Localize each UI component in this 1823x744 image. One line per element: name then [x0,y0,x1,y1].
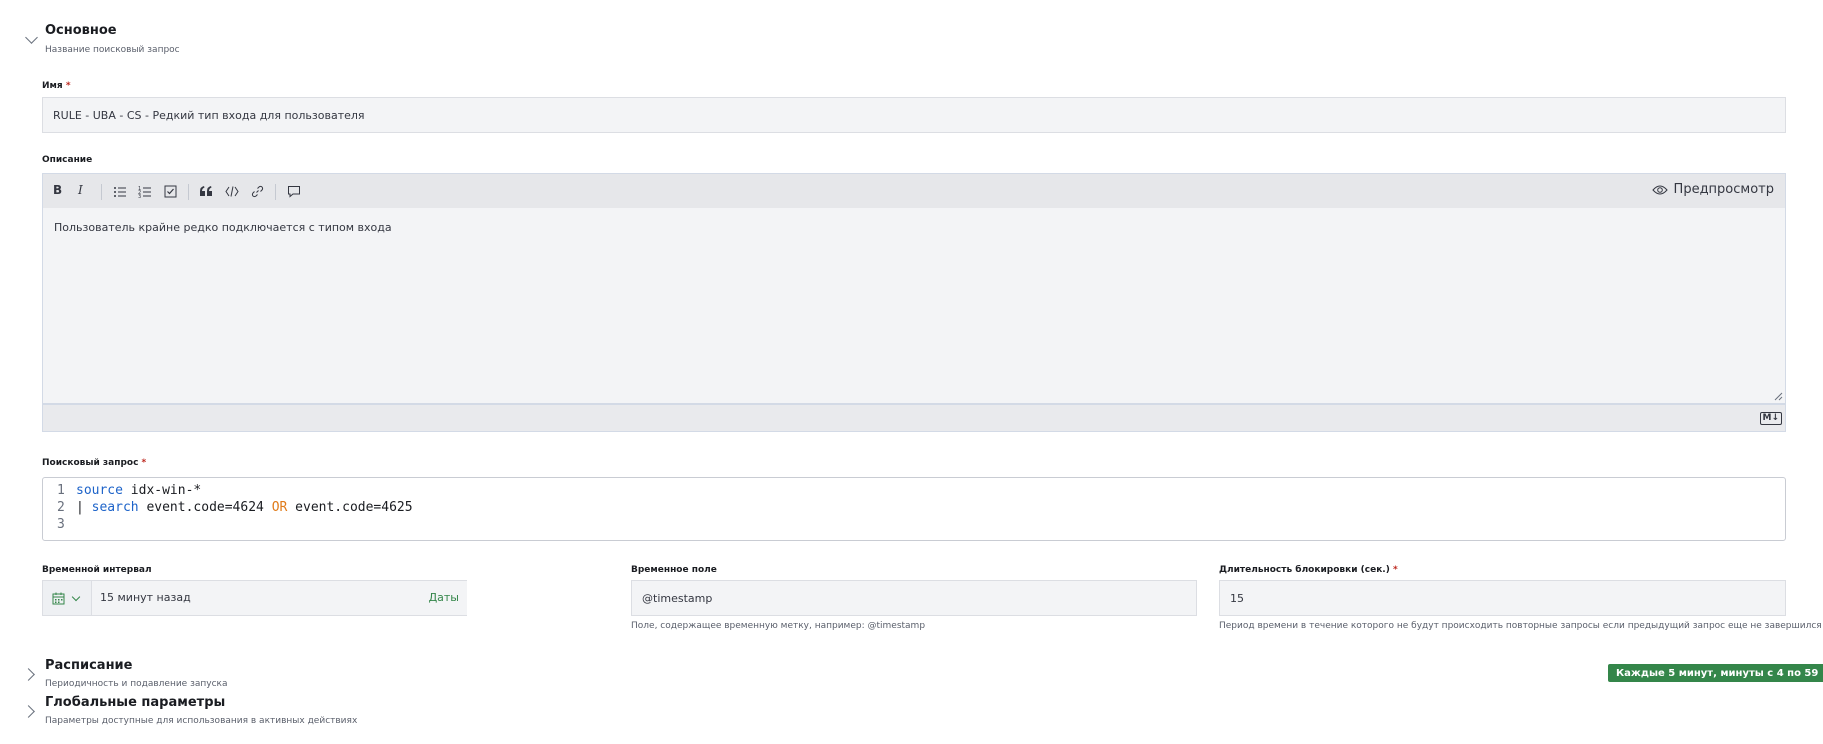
comment-icon[interactable] [287,185,301,198]
section-subtitle-schedule: Периодичность и подавление запуска [45,679,228,689]
calendar-icon [52,592,65,605]
chevron-right-icon[interactable] [22,668,35,681]
calendar-dropdown-button[interactable] [43,581,92,615]
time-field-input[interactable]: @timestamp [631,580,1197,616]
time-field-label: Временное поле [631,565,717,575]
code-keyword: search [91,500,139,515]
bold-button[interactable]: B [53,183,62,197]
editor-footer: M↓ [42,404,1786,432]
query-label-text: Поисковый запрос [42,458,139,468]
chevron-down-icon[interactable] [25,31,38,44]
code-text: event.code=4625 [287,500,413,515]
italic-button[interactable]: I [78,183,83,197]
query-code-editor[interactable]: 1 source idx-win-* 2 | search event.code… [42,477,1786,541]
link-icon[interactable] [251,185,264,198]
section-title-schedule[interactable]: Расписание [45,658,132,673]
description-textarea[interactable]: Пользователь крайне редко подключается с… [42,208,1786,404]
chevron-right-icon[interactable] [22,705,35,718]
description-text: Пользователь крайне редко подключается с… [54,221,392,234]
name-label-text: Имя [42,81,63,91]
time-field-value: @timestamp [642,591,713,605]
line-number: 3 [57,517,65,532]
dates-button[interactable]: Даты [429,591,459,604]
svg-text:3: 3 [138,194,141,199]
chevron-down-icon [71,592,81,602]
code-keyword: source [76,483,123,498]
code-operator: OR [271,500,288,515]
query-label: Поисковый запрос * [42,458,146,468]
code-text: event.code=4624 [138,500,272,515]
interval-label: Временной интервал [42,565,152,575]
code-text: idx-win-* [122,483,202,498]
code-pipe: | [76,500,92,515]
section-title-general[interactable]: Основное [45,23,117,38]
name-label: Имя * [42,81,71,91]
block-duration-label-text: Длительность блокировки (сек.) [1219,565,1390,575]
eye-icon [1651,185,1668,194]
line-number: 2 [57,500,65,515]
toolbar-separator [275,184,276,200]
block-duration-hint: Период времени в течение которого не буд… [1219,621,1822,631]
line-number: 1 [57,483,65,498]
interval-value: 15 минут назад [100,591,191,604]
code-line: source idx-win-* [76,483,201,498]
block-duration-input[interactable]: 15 [1219,580,1786,616]
description-label: Описание [42,155,93,165]
quote-icon[interactable] [199,185,213,198]
numbered-list-icon[interactable]: 1 2 3 [138,185,152,199]
section-title-global-params[interactable]: Глобальные параметры [45,695,225,710]
interval-picker[interactable]: 15 минут назад Даты [42,580,467,616]
name-input[interactable]: RULE - UBA - CS - Редкий тип входа для п… [42,97,1786,133]
bullet-list-icon[interactable] [113,185,127,199]
checklist-icon[interactable] [164,185,177,198]
required-mark: * [1392,565,1398,575]
code-icon[interactable] [225,185,239,198]
time-field-hint: Поле, содержащее временную метку, наприм… [631,621,926,631]
required-mark: * [141,458,147,468]
preview-button[interactable]: Предпросмотр [1651,182,1774,197]
section-subtitle-general: Название поисковый запрос [45,45,180,55]
block-duration-value: 15 [1230,591,1244,605]
code-line: | search event.code=4624 OR event.code=4… [76,500,413,515]
toolbar-separator [188,184,189,200]
editor-toolbar: B I 1 2 3 Предпросмотр [42,173,1786,209]
section-subtitle-global-params: Параметры доступные для использования в … [45,716,358,726]
required-mark: * [65,81,71,91]
markdown-icon: M↓ [1759,412,1782,425]
preview-label: Предпросмотр [1673,182,1774,197]
schedule-badge: Каждые 5 минут, минуты с 4 по 59 [1608,664,1823,682]
toolbar-separator [101,184,102,200]
block-duration-label: Длительность блокировки (сек.) * [1219,565,1398,575]
name-input-value: RULE - UBA - CS - Редкий тип входа для п… [53,108,365,122]
resize-handle-icon[interactable] [1774,392,1783,401]
